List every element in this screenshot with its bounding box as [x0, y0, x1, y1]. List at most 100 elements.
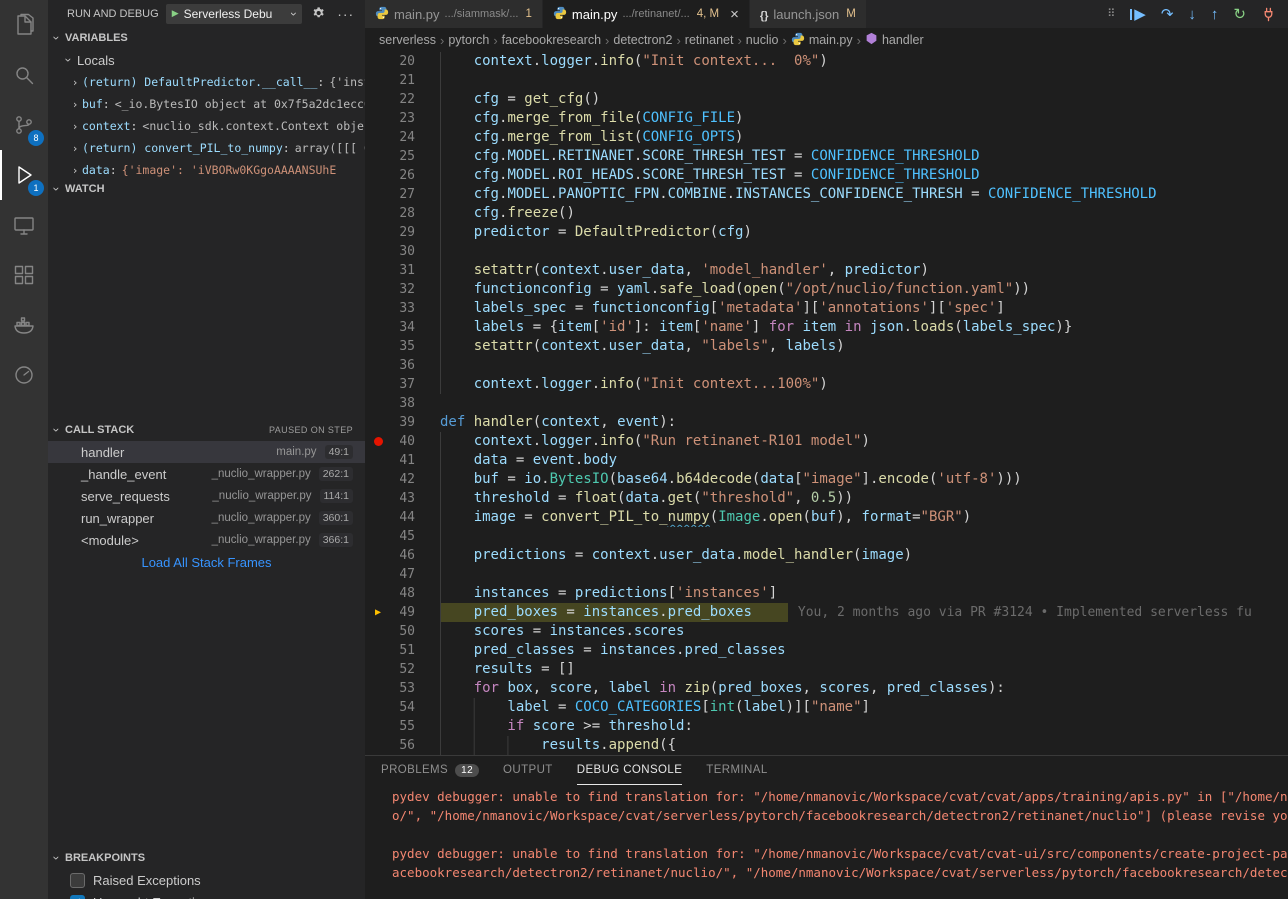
panel-tab-output[interactable]: OUTPUT [503, 756, 553, 785]
line-number[interactable]: 45 [391, 527, 415, 546]
line-number[interactable]: 38 [391, 394, 415, 413]
gutter-glyph-margin[interactable] [365, 280, 391, 299]
gutter-glyph-margin[interactable] [365, 128, 391, 147]
code-line-33[interactable]: 33labels_spec = functionconfig['metadata… [365, 299, 1288, 318]
line-number[interactable]: 55 [391, 717, 415, 736]
line-number[interactable]: 53 [391, 679, 415, 698]
line-number[interactable]: 40 [391, 432, 415, 451]
gutter-glyph-margin[interactable] [365, 90, 391, 109]
gutter-glyph-margin[interactable] [365, 470, 391, 489]
breakpoint-checkbox[interactable]: ✓ [70, 895, 85, 899]
gutter-glyph-margin[interactable] [365, 223, 391, 242]
disconnect-icon[interactable] [1261, 7, 1276, 22]
activity-bar-item-source-control[interactable]: 8 [0, 100, 48, 150]
line-number[interactable]: 32 [391, 280, 415, 299]
editor-tab[interactable]: {}launch.jsonM [750, 0, 867, 28]
gutter-glyph-margin[interactable] [365, 261, 391, 280]
code-line-51[interactable]: 51pred_classes = instances.pred_classes [365, 641, 1288, 660]
line-number[interactable]: 20 [391, 52, 415, 71]
line-number[interactable]: 30 [391, 242, 415, 261]
line-number[interactable]: 31 [391, 261, 415, 280]
gutter-glyph-margin[interactable] [365, 71, 391, 90]
gutter-glyph-margin[interactable] [365, 527, 391, 546]
gutter-glyph-margin[interactable] [365, 546, 391, 565]
activity-bar-item-monitor[interactable] [0, 350, 48, 400]
gutter-glyph-margin[interactable]: ▶ [365, 603, 391, 622]
code-line-41[interactable]: 41data = event.body [365, 451, 1288, 470]
breadcrumb-item[interactable]: main.py [791, 32, 853, 49]
line-number[interactable]: 28 [391, 204, 415, 223]
line-number[interactable]: 29 [391, 223, 415, 242]
gutter-glyph-margin[interactable] [365, 508, 391, 527]
line-number[interactable]: 33 [391, 299, 415, 318]
breadcrumb-item[interactable]: pytorch [448, 33, 489, 47]
code-line-56[interactable]: 56results.append({ [365, 736, 1288, 755]
gutter-glyph-margin[interactable] [365, 660, 391, 679]
activity-bar-item-remote-explorer[interactable] [0, 200, 48, 250]
code-line-55[interactable]: 55if score >= threshold: [365, 717, 1288, 736]
code-line-44[interactable]: 44image = convert_PIL_to_numpy(Image.ope… [365, 508, 1288, 527]
gutter-glyph-margin[interactable] [365, 318, 391, 337]
step-over-icon[interactable]: ↷ [1161, 7, 1174, 22]
code-line-30[interactable]: 30 [365, 242, 1288, 261]
stack-frame[interactable]: run_wrapper_nuclio_wrapper.py360:1 [48, 507, 365, 529]
code-line-34[interactable]: 34labels = {item['id']: item['name'] for… [365, 318, 1288, 337]
code-line-37[interactable]: 37context.logger.info("Init context...10… [365, 375, 1288, 394]
code-line-46[interactable]: 46predictions = context.user_data.model_… [365, 546, 1288, 565]
breakpoints-section-header[interactable]: › BREAKPOINTS [48, 847, 365, 869]
editor-tab[interactable]: main.py.../siammask/...1 [365, 0, 543, 28]
line-number[interactable]: 41 [391, 451, 415, 470]
code-line-31[interactable]: 31setattr(context.user_data, 'model_hand… [365, 261, 1288, 280]
restart-icon[interactable]: ↻ [1233, 7, 1246, 22]
line-number[interactable]: 23 [391, 109, 415, 128]
activity-bar-item-run-and-debug[interactable]: 1 [0, 150, 48, 200]
line-number[interactable]: 39 [391, 413, 415, 432]
gutter-glyph-margin[interactable] [365, 698, 391, 717]
code-line-48[interactable]: 48instances = predictions['instances'] [365, 584, 1288, 603]
stack-frame[interactable]: <module>_nuclio_wrapper.py366:1 [48, 529, 365, 551]
code-line-42[interactable]: 42buf = io.BytesIO(base64.b64decode(data… [365, 470, 1288, 489]
stack-frame[interactable]: serve_requests_nuclio_wrapper.py114:1 [48, 485, 365, 507]
line-number[interactable]: 48 [391, 584, 415, 603]
breadcrumb-item[interactable]: nuclio [746, 33, 779, 47]
breadcrumb-item[interactable]: handler [865, 32, 924, 48]
code-line-35[interactable]: 35setattr(context.user_data, "labels", l… [365, 337, 1288, 356]
code-line-32[interactable]: 32functionconfig = yaml.safe_load(open("… [365, 280, 1288, 299]
line-number[interactable]: 51 [391, 641, 415, 660]
variables-scope-locals[interactable]: › Locals [48, 49, 365, 71]
code-line-21[interactable]: 21 [365, 71, 1288, 90]
breadcrumb-item[interactable]: detectron2 [613, 33, 672, 47]
gutter-glyph-margin[interactable] [365, 451, 391, 470]
watch-section-header[interactable]: › WATCH [48, 178, 365, 200]
code-editor[interactable]: 20context.logger.info("Init context... 0… [365, 52, 1288, 755]
load-all-stack-frames-link[interactable]: Load All Stack Frames [48, 551, 365, 573]
line-number[interactable]: 26 [391, 166, 415, 185]
code-line-40[interactable]: 40context.logger.info("Run retinanet-R10… [365, 432, 1288, 451]
gutter-glyph-margin[interactable] [365, 204, 391, 223]
close-icon[interactable]: × [730, 7, 739, 22]
step-into-icon[interactable]: ↓ [1188, 7, 1196, 22]
gutter-glyph-margin[interactable] [365, 641, 391, 660]
editor-tab[interactable]: main.py.../retinanet/...4, M× [543, 0, 750, 28]
activity-bar-item-explorer[interactable] [0, 0, 48, 50]
code-line-25[interactable]: 25cfg.MODEL.RETINANET.SCORE_THRESH_TEST … [365, 147, 1288, 166]
line-number[interactable]: 43 [391, 489, 415, 508]
line-number[interactable]: 27 [391, 185, 415, 204]
code-line-47[interactable]: 47 [365, 565, 1288, 584]
code-line-28[interactable]: 28cfg.freeze() [365, 204, 1288, 223]
line-number[interactable]: 44 [391, 508, 415, 527]
gutter-glyph-margin[interactable] [365, 109, 391, 128]
line-number[interactable]: 54 [391, 698, 415, 717]
code-line-49[interactable]: ▶49pred_boxes = instances.pred_boxesYou,… [365, 603, 1288, 622]
line-number[interactable]: 21 [391, 71, 415, 90]
breadcrumb-item[interactable]: serverless [379, 33, 436, 47]
line-number[interactable]: 37 [391, 375, 415, 394]
gutter-glyph-margin[interactable] [365, 147, 391, 166]
gutter-glyph-margin[interactable] [365, 565, 391, 584]
code-line-52[interactable]: 52results = [] [365, 660, 1288, 679]
code-line-43[interactable]: 43threshold = float(data.get("threshold"… [365, 489, 1288, 508]
line-number[interactable]: 24 [391, 128, 415, 147]
stack-frame[interactable]: handlermain.py49:1 [48, 441, 365, 463]
variable-row[interactable]: ›buf:<_io.BytesIO object at 0x7f5a2dc1ec… [48, 93, 365, 115]
line-number[interactable]: 47 [391, 565, 415, 584]
